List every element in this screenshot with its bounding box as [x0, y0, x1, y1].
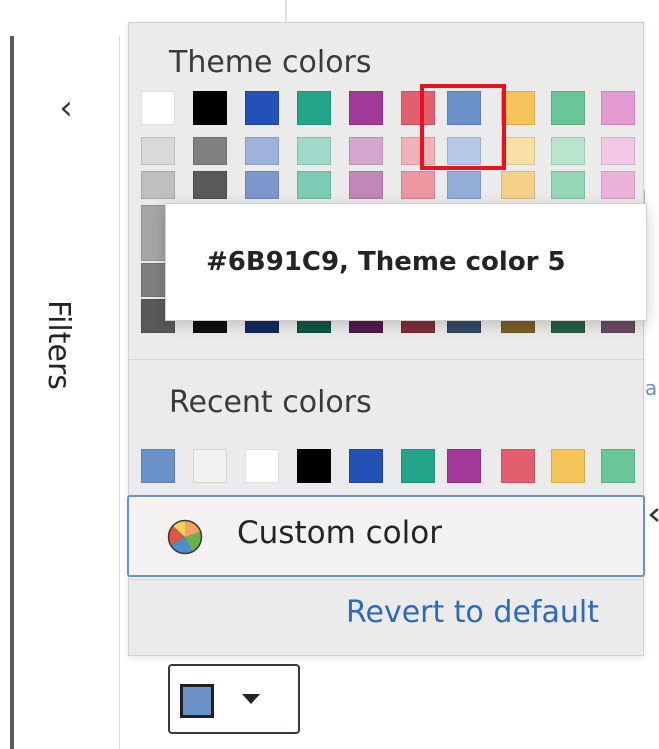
section-divider	[129, 359, 643, 360]
theme-color-swatch[interactable]	[349, 171, 383, 199]
filters-pane-label[interactable]: Filters	[38, 300, 78, 430]
theme-colors-title: Theme colors	[169, 45, 372, 80]
chevron-left-icon[interactable]: ‹	[48, 88, 84, 128]
theme-color-swatch[interactable]	[193, 91, 227, 125]
recent-color-swatch[interactable]	[601, 449, 635, 483]
theme-color-swatch[interactable]	[245, 91, 279, 125]
recent-color-swatch[interactable]	[349, 449, 383, 483]
current-color-swatch	[180, 684, 214, 718]
theme-color-swatch[interactable]	[501, 91, 535, 125]
theme-color-swatch[interactable]	[193, 137, 227, 165]
theme-color-swatch[interactable]	[447, 171, 481, 199]
custom-color-label: Custom color	[237, 515, 442, 551]
caret-down-icon	[242, 694, 260, 704]
theme-color-swatch[interactable]	[245, 137, 279, 165]
recent-color-swatch[interactable]	[245, 449, 279, 483]
recent-color-swatch[interactable]	[193, 449, 227, 483]
theme-color-swatch[interactable]	[551, 137, 585, 165]
theme-color-swatch[interactable]	[401, 171, 435, 199]
theme-color-swatch[interactable]	[551, 91, 585, 125]
theme-color-swatch[interactable]	[349, 91, 383, 125]
theme-color-swatch[interactable]	[349, 137, 383, 165]
theme-color-swatch[interactable]	[601, 171, 635, 199]
section-divider	[129, 579, 643, 580]
color-picker-dropdown-button[interactable]	[168, 664, 300, 734]
theme-color-swatch[interactable]	[601, 137, 635, 165]
background-arrow-icon	[649, 508, 659, 522]
theme-color-swatch[interactable]	[193, 171, 227, 199]
recent-color-swatch[interactable]	[141, 449, 175, 483]
selected-swatch-highlight	[420, 84, 506, 170]
theme-color-swatch[interactable]	[297, 171, 331, 199]
recent-color-swatch[interactable]	[551, 449, 585, 483]
theme-color-swatch[interactable]	[141, 137, 175, 165]
custom-color-button[interactable]: Custom color	[127, 495, 645, 577]
recent-color-swatch[interactable]	[501, 449, 535, 483]
background-partial-text: a	[645, 376, 658, 400]
theme-color-swatch[interactable]	[601, 91, 635, 125]
theme-color-swatch[interactable]	[501, 137, 535, 165]
theme-color-swatch[interactable]	[141, 91, 175, 125]
revert-to-default-link[interactable]: Revert to default	[309, 595, 599, 630]
theme-color-swatch[interactable]	[501, 171, 535, 199]
theme-color-swatch[interactable]	[141, 171, 175, 199]
swatch-tooltip: #6B91C9, Theme color 5	[165, 203, 647, 321]
theme-color-swatch[interactable]	[551, 171, 585, 199]
top-divider	[285, 0, 287, 22]
recent-colors-title: Recent colors	[169, 385, 372, 420]
recent-color-swatch[interactable]	[401, 449, 435, 483]
color-picker-panel: Theme colors #6B91C9, Theme color 5 Rece…	[127, 22, 647, 656]
recent-color-swatch[interactable]	[447, 449, 481, 483]
theme-color-swatch[interactable]	[297, 91, 331, 125]
color-wheel-icon	[167, 519, 203, 555]
theme-color-swatch[interactable]	[297, 137, 331, 165]
theme-color-swatch[interactable]	[245, 171, 279, 199]
recent-color-swatch[interactable]	[297, 449, 331, 483]
